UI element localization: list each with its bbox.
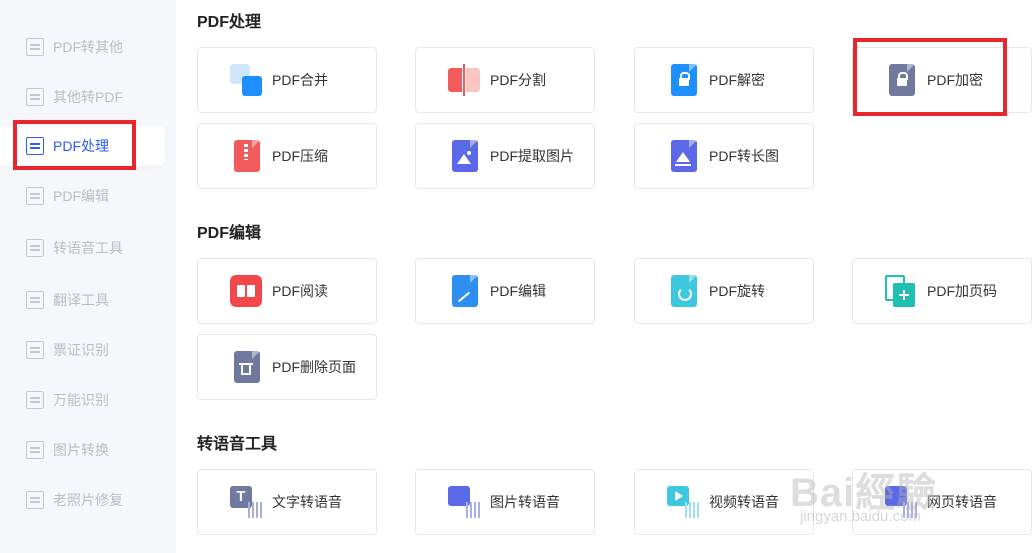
long-image-icon [667, 140, 699, 172]
rotate-icon [667, 275, 699, 307]
sidebar-item-ticket[interactable]: 票证识别 [0, 330, 165, 370]
card-pdf-extract-image[interactable]: PDF提取图片 [415, 123, 595, 189]
card-label: PDF编辑 [490, 283, 546, 299]
sidebar-item-label: 其他转PDF [53, 89, 123, 105]
sidebar-item-label: 老照片修复 [53, 492, 123, 508]
photo-repair-icon [26, 491, 44, 509]
voice-tool-icon [26, 239, 44, 257]
add-page-icon [885, 275, 917, 307]
unlock-icon [667, 64, 699, 96]
card-pdf-encrypt[interactable]: PDF加密 [852, 47, 1032, 113]
merge-icon [230, 64, 262, 96]
sidebar-item-label: 翻译工具 [53, 292, 109, 308]
card-pdf-long-image[interactable]: PDF转长图 [634, 123, 814, 189]
sidebar-item-recognize[interactable]: 万能识别 [0, 380, 165, 420]
card-pdf-merge[interactable]: PDF合并 [197, 47, 377, 113]
sidebar-item-image-convert[interactable]: 图片转换 [0, 430, 165, 470]
image-convert-icon [26, 441, 44, 459]
card-pdf-rotate[interactable]: PDF旋转 [634, 258, 814, 324]
sidebar-item-label: 转语音工具 [53, 240, 123, 256]
card-label: 图片转语音 [490, 494, 560, 510]
card-label: PDF转长图 [709, 148, 779, 164]
card-web-to-speech[interactable]: 网页转语音 [852, 469, 1032, 535]
sidebar-item-label: 图片转换 [53, 442, 109, 458]
section-title-voice-tools: 转语音工具 [197, 436, 278, 453]
extract-image-icon [448, 140, 480, 172]
sidebar-item-voice-tool[interactable]: 转语音工具 [0, 228, 165, 268]
card-pdf-split[interactable]: PDF分割 [415, 47, 595, 113]
card-label: 网页转语音 [927, 494, 997, 510]
sidebar-item-label: 万能识别 [53, 392, 109, 408]
card-label: 文字转语音 [272, 494, 342, 510]
sidebar-item-pdf-process[interactable]: PDF处理 [0, 126, 165, 166]
card-label: PDF旋转 [709, 283, 765, 299]
edit-icon [448, 275, 480, 307]
card-pdf-editor[interactable]: PDF编辑 [415, 258, 595, 324]
sidebar-item-label: PDF编辑 [53, 188, 109, 204]
recognize-icon [26, 391, 44, 409]
pdf-process-icon [26, 137, 44, 155]
sidebar: PDF转其他 其他转PDF PDF处理 PDF编辑 转语音工具 翻译工具 票证识… [0, 0, 176, 553]
video-to-speech-icon [667, 486, 699, 518]
book-icon [230, 275, 262, 307]
card-label: PDF加页码 [927, 283, 997, 299]
card-label: PDF加密 [927, 72, 983, 88]
card-text-to-speech[interactable]: T 文字转语音 [197, 469, 377, 535]
card-label: PDF压缩 [272, 148, 328, 164]
card-label: PDF解密 [709, 72, 765, 88]
card-pdf-compress[interactable]: PDF压缩 [197, 123, 377, 189]
card-pdf-delete-page[interactable]: PDF删除页面 [197, 334, 377, 400]
card-pdf-read[interactable]: PDF阅读 [197, 258, 377, 324]
translate-icon [26, 291, 44, 309]
sidebar-item-label: PDF转其他 [53, 39, 123, 55]
web-to-speech-icon [885, 486, 917, 518]
sidebar-item-photo-repair[interactable]: 老照片修复 [0, 480, 165, 520]
card-pdf-add-page-number[interactable]: PDF加页码 [852, 258, 1032, 324]
section-title-pdf-edit: PDF编辑 [197, 225, 262, 242]
image-to-speech-icon [448, 486, 480, 518]
sidebar-item-label: 票证识别 [53, 342, 109, 358]
pdf-convert-icon [26, 38, 44, 56]
text-to-speech-icon: T [230, 486, 262, 518]
sidebar-item-pdf-edit[interactable]: PDF编辑 [0, 176, 165, 216]
card-image-to-speech[interactable]: 图片转语音 [415, 469, 595, 535]
sidebar-item-pdf-to-other[interactable]: PDF转其他 [0, 27, 165, 67]
card-label: PDF合并 [272, 72, 328, 88]
card-label: PDF提取图片 [490, 148, 574, 164]
section-title-pdf-process: PDF处理 [197, 14, 262, 31]
card-label: PDF阅读 [272, 283, 328, 299]
split-icon [448, 64, 480, 96]
lock-icon [885, 64, 917, 96]
zip-icon [230, 140, 262, 172]
card-video-to-speech[interactable]: 视频转语音 [634, 469, 814, 535]
sidebar-item-other-to-pdf[interactable]: 其他转PDF [0, 77, 165, 117]
card-pdf-decrypt[interactable]: PDF解密 [634, 47, 814, 113]
delete-page-icon [230, 351, 262, 383]
card-label: PDF删除页面 [272, 359, 356, 375]
sidebar-item-label: PDF处理 [53, 138, 109, 154]
card-label: 视频转语音 [709, 494, 779, 510]
pdf-edit-icon [26, 187, 44, 205]
card-label: PDF分割 [490, 72, 546, 88]
to-pdf-icon [26, 88, 44, 106]
sidebar-item-translate[interactable]: 翻译工具 [0, 280, 165, 320]
ticket-icon [26, 341, 44, 359]
